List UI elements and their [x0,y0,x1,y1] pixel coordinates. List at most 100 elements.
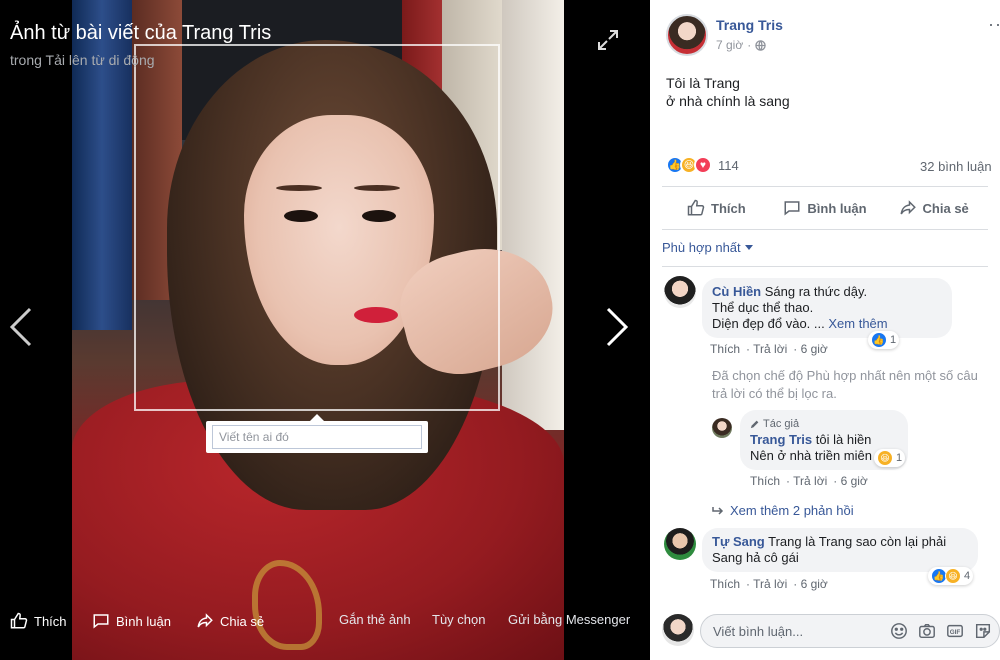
emoji-icon[interactable] [890,622,908,640]
comment-text: Thể dục thể thao. [712,300,814,315]
comment-meta: Thích · Trả lời · 6 giờ [710,577,828,591]
commenter-name[interactable]: Trang Tris [750,432,812,447]
comment-reaction-count: 1 [896,452,903,464]
viewer-like-button[interactable]: Thích [10,612,67,630]
comment-reply-link[interactable]: Trả lời [753,342,787,356]
closet-clothes [502,0,564,430]
comment-reaction-count: 1 [890,334,897,346]
previous-arrow-icon[interactable] [8,305,34,349]
comment-icon [93,614,109,629]
comment-composer: GIF [662,612,1000,652]
comment-time[interactable]: 6 giờ [801,577,828,591]
reply-arrow-icon [712,506,724,515]
sort-label: Phù hợp nhất [662,240,741,255]
dot-separator: · [793,577,798,591]
svg-text:GIF: GIF [950,629,961,636]
comment-text: tôi là hiền [815,432,872,447]
viewer-title: Ảnh từ bài viết của Trang Tris [10,22,272,44]
avatar[interactable] [664,276,696,308]
comment-reaction-count: 4 [964,570,971,582]
tag-photo-button[interactable]: Gắn thẻ ảnh [339,612,411,627]
dot-separator: · [786,474,791,488]
reaction-summary[interactable]: 👍 😆 ♥ 114 [666,156,739,174]
share-label: Chia sẻ [922,200,969,216]
love-reaction-icon: ♥ [694,156,712,174]
share-button[interactable]: Chia sẻ [879,187,988,229]
tag-name-input[interactable] [212,425,422,449]
filter-note: Đã chọn chế độ Phù hợp nhất nên một số c… [712,368,978,401]
comment-bubble: Cù Hiền Sáng ra thức dậy. Thể dục thể th… [702,278,952,338]
comment-reactions[interactable]: 😆 1 [874,449,906,467]
post-panel: Trang Tris 7 giờ · ··· Tôi là Trang ở nh… [650,0,1000,660]
photo-viewer: Ảnh từ bài viết của Trang Tris trong Tải… [0,0,650,660]
author-badge-label: Tác giả [763,418,800,430]
avatar[interactable] [712,418,732,438]
more-replies-link[interactable]: Xem thêm 2 phản hồi [712,503,854,518]
comment-reactions[interactable]: 👍 😆 4 [928,567,974,585]
share-icon [197,613,213,628]
dot-separator: · [833,474,838,488]
haha-reaction-icon: 😆 [877,450,893,466]
sticker-icon[interactable] [974,622,992,640]
comment-text: Diện đẹp đổ vào. ... [712,316,825,331]
avatar [662,614,694,646]
face-tag-box[interactable] [134,44,500,411]
post-text-line: Tôi là Trang [666,75,740,91]
author-name[interactable]: Trang Tris [716,17,783,33]
comment-text: Sáng ra thức dậy. [764,284,868,299]
camera-icon[interactable] [918,622,936,640]
commenter-name[interactable]: Cù Hiền [712,284,761,299]
send-messenger-button[interactable]: Gửi bằng Messenger [508,612,630,627]
comment-like-link[interactable]: Thích [710,342,740,356]
gif-icon[interactable]: GIF [946,622,964,640]
comment-time[interactable]: 6 giờ [801,342,828,356]
avatar[interactable] [664,528,696,560]
comment-text: Sang hả cô gái [712,550,799,565]
thumbs-up-icon [10,612,28,629]
post-text-line: ở nhà chính là sang [666,93,790,109]
options-button[interactable]: Tùy chọn [432,612,485,627]
commenter-name[interactable]: Tự Sang [712,534,765,549]
viewer-bottom-bar: Thích Bình luận Chia sẻ Gắn thẻ ảnh Tùy … [0,600,650,644]
dot-separator: · [746,342,751,356]
share-icon [900,200,916,215]
post-header: Trang Tris 7 giờ · ··· [666,14,1000,58]
author-badge: Tác giả [750,416,898,432]
viewer-comment-label: Bình luận [116,613,171,629]
thumbs-up-icon [687,199,705,216]
comment-icon [784,201,800,216]
comment-reply-link[interactable]: Trả lời [753,577,787,591]
next-arrow-icon[interactable] [604,305,630,349]
caret-down-icon [744,244,753,250]
comment-sort-dropdown[interactable]: Phù hợp nhất [662,240,753,255]
more-options-icon[interactable]: ··· [988,15,1000,38]
post-action-row: Thích Bình luận Chia sẻ [662,186,988,230]
divider [662,266,988,267]
comment-meta: Thích · Trả lời · 6 giờ [750,474,868,488]
fullscreen-icon[interactable] [596,28,620,52]
comment-time[interactable]: 6 giờ [841,474,868,488]
comment-bubble: Tự Sang Trang là Trang sao còn lại phải … [702,528,978,572]
viewer-album-link[interactable]: trong Tải lên từ di động [10,52,155,68]
avatar[interactable] [666,14,708,56]
globe-icon [755,39,766,51]
comment-text: Trang là Trang sao còn lại phải [768,534,947,549]
comment-like-link[interactable]: Thích [750,474,780,488]
comment-reactions[interactable]: 👍 1 [868,331,900,349]
dot-separator: · [793,342,798,356]
closet-clothes [72,0,132,330]
comment-count[interactable]: 32 bình luận [920,159,992,174]
like-button[interactable]: Thích [662,187,771,229]
post-time[interactable]: 7 giờ · [716,38,766,52]
comment-like-link[interactable]: Thích [710,577,740,591]
post-time-text: 7 giờ [716,38,744,52]
see-more-link[interactable]: Xem thêm [828,316,887,331]
viewer-share-button[interactable]: Chia sẻ [196,612,264,630]
viewer-like-label: Thích [34,613,67,629]
dot-separator: · [747,38,752,52]
viewer-share-label: Chia sẻ [220,613,265,629]
viewer-comment-button[interactable]: Bình luận [92,612,171,630]
comment-button[interactable]: Bình luận [771,187,880,229]
dot-separator: · [746,577,751,591]
comment-reply-link[interactable]: Trả lời [793,474,827,488]
